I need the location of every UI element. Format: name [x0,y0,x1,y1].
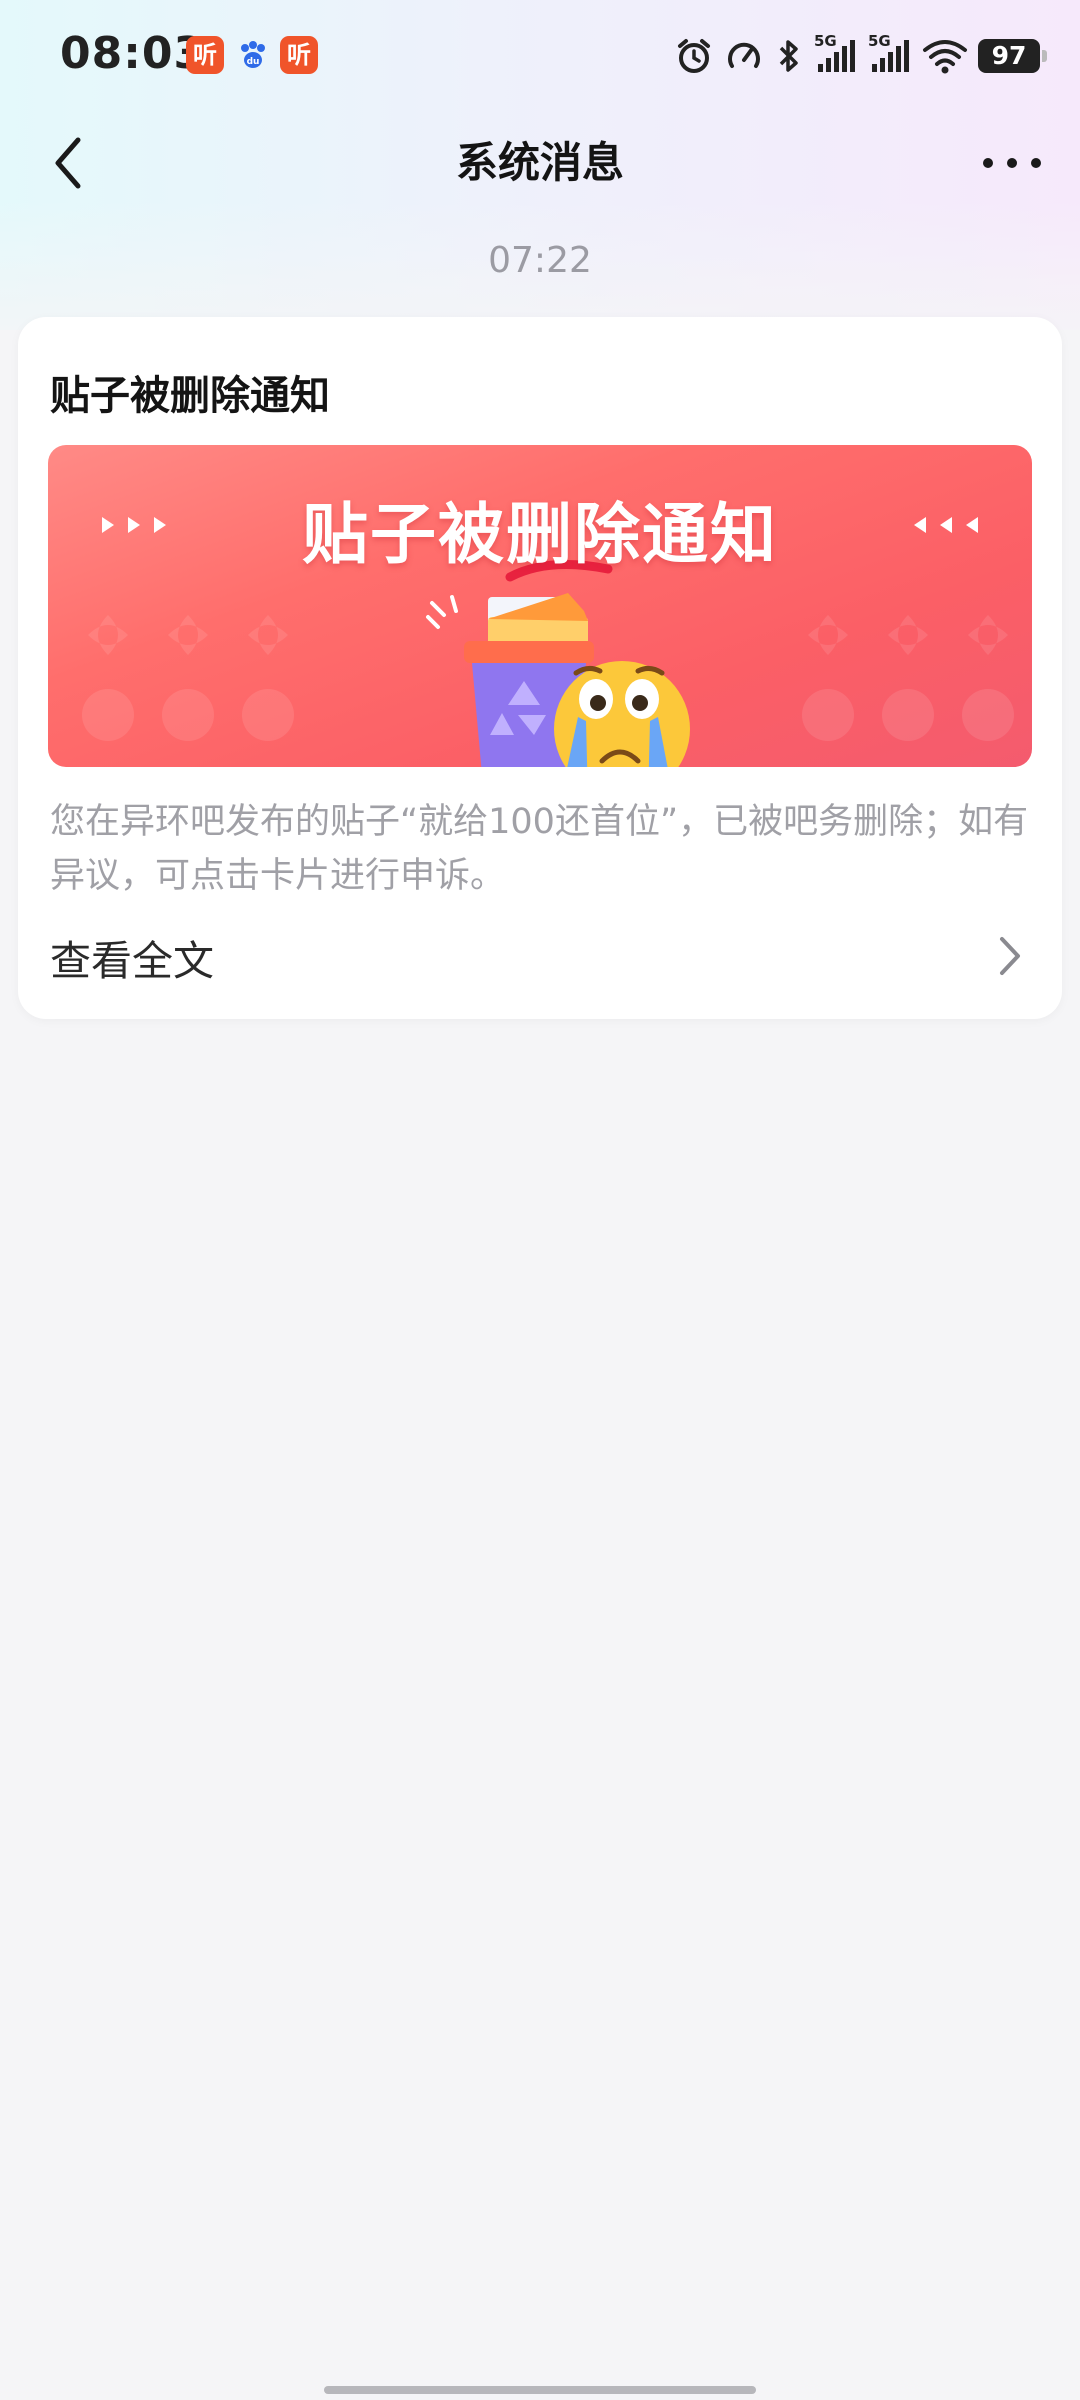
svg-text:du: du [247,57,260,67]
speed-icon [728,42,760,68]
bluetooth-icon [779,40,798,72]
page-title: 系统消息 [455,138,624,187]
baidu-paw-icon: du [234,36,272,74]
more-button[interactable] [972,128,1052,198]
card-title: 贴子被删除通知 [50,373,330,419]
status-time: 08:03 [60,28,206,79]
crying-emoji-illustration [554,661,690,767]
wifi-icon [923,40,967,74]
home-indicator[interactable] [324,2386,756,2394]
navigation-bar: 系统消息 [0,110,1080,220]
view-full-text-label: 查看全文 [50,937,214,985]
signal-icon-2: 5G [868,32,912,76]
ting-app-icon: 听 [186,36,224,74]
card-body-text: 您在异环吧发布的贴子“就给100还首位”，已被吧务删除；如有异议，可点击卡片进行… [50,802,1029,896]
alarm-icon [678,39,710,73]
notification-banner: 贴子被删除通知 [48,445,1032,767]
battery-icon: 97 [978,39,1047,73]
chevron-right-icon [1000,937,1020,975]
notification-card[interactable]: 贴子被删除通知 贴子被删除通知 您在异环吧发布的贴子“就给100还首位”，已被吧… [18,317,1062,1019]
status-icons: 5G 5G 97 [674,32,1047,78]
status-bar: 08:03 听 du 听 5G 5G 97 [0,0,1080,110]
message-timestamp: 07:22 [488,240,592,281]
view-full-text-button[interactable]: 查看全文 [18,911,1062,1001]
signal-icon: 5G [814,32,858,76]
more-icon [983,158,1041,168]
ting-app-icon-2: 听 [280,36,318,74]
banner-heading: 贴子被删除通知 [302,496,778,573]
